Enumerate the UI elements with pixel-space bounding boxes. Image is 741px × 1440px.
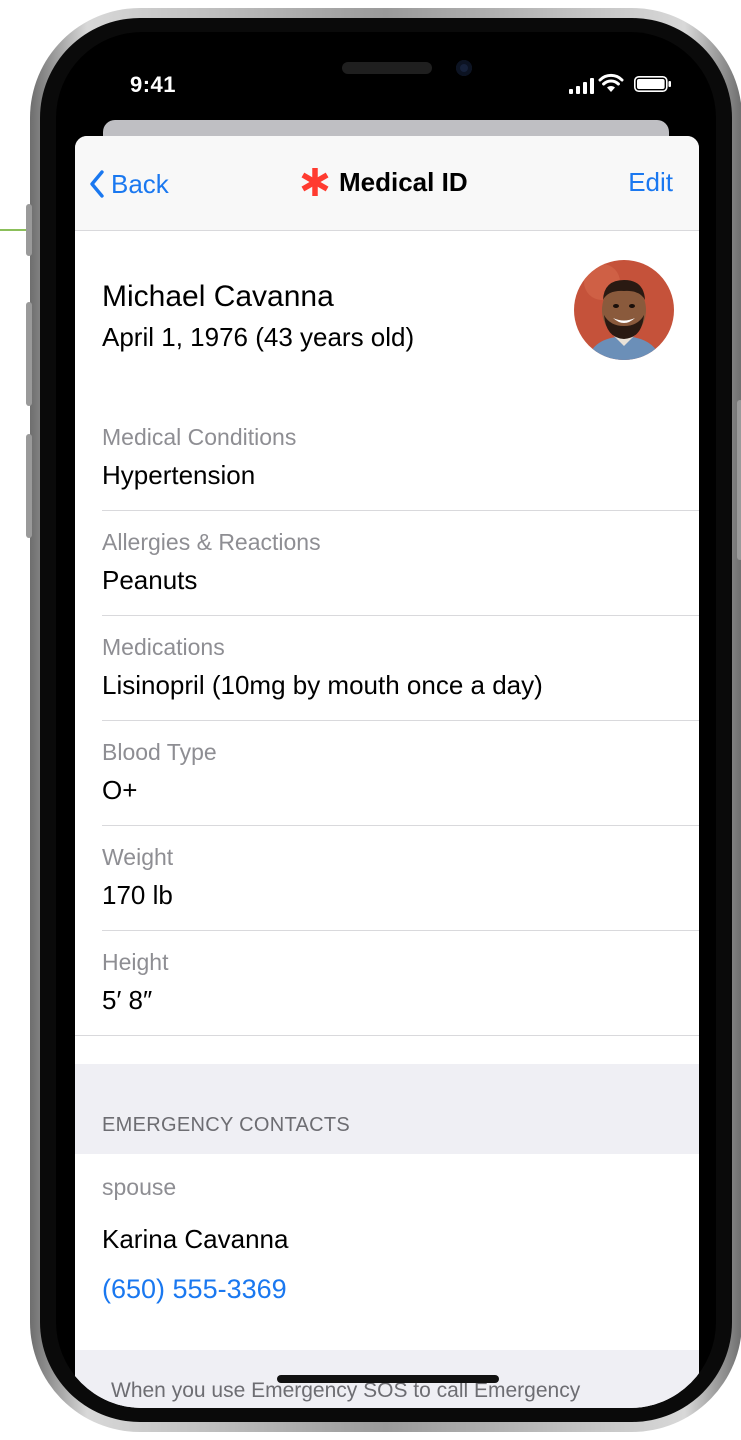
earpiece-speaker — [342, 62, 432, 74]
field-medical-conditions: Medical Conditions Hypertension — [75, 406, 699, 511]
front-camera — [456, 60, 472, 76]
contact-name: Karina Cavanna — [102, 1224, 289, 1254]
navigation-bar: Back Medical ID Edit — [75, 136, 699, 231]
contact-phone-link[interactable]: (650) 555-3369 — [102, 1274, 287, 1305]
field-label: Allergies & Reactions — [102, 529, 321, 555]
volume-down-button — [26, 434, 32, 538]
field-value: Hypertension — [102, 460, 256, 490]
page-title: Medical ID — [339, 166, 468, 197]
profile-name: Michael Cavanna — [102, 280, 334, 313]
chevron-left-icon — [90, 170, 104, 198]
field-value: O+ — [102, 775, 138, 805]
avatar — [574, 260, 674, 360]
field-label: Height — [102, 949, 169, 975]
section-header-label: EMERGENCY CONTACTS — [102, 1114, 351, 1136]
silent-switch — [26, 204, 32, 256]
back-label: Back — [111, 168, 169, 199]
emergency-contacts-header: EMERGENCY CONTACTS — [75, 1064, 699, 1154]
status-time: 9:41 — [130, 72, 177, 97]
field-value: Peanuts — [102, 565, 198, 595]
field-blood-type: Blood Type O+ — [75, 721, 699, 826]
back-button[interactable]: Back — [89, 164, 169, 204]
field-label: Medical Conditions — [102, 424, 297, 450]
emergency-contact: spouse Karina Cavanna (650) 555-3369 — [75, 1154, 699, 1351]
wifi-icon — [598, 73, 624, 92]
cellular-signal-icon — [569, 78, 594, 94]
field-label: Medications — [102, 634, 225, 660]
field-height: Height 5′ 8″ — [75, 931, 699, 1036]
contact-relation: spouse — [102, 1174, 177, 1200]
field-value: Lisinopril (10mg by mouth once a day) — [102, 670, 543, 700]
volume-up-button — [26, 302, 32, 406]
field-label: Blood Type — [102, 739, 217, 765]
field-medications: Medications Lisinopril (10mg by mouth on… — [75, 616, 699, 721]
field-label: Weight — [102, 844, 174, 870]
medical-fields: Medical Conditions Hypertension Allergie… — [75, 406, 699, 1036]
phone-screen: 9:41 Back Medical ID Edit Michael Cavann… — [56, 32, 716, 1408]
notch — [208, 32, 564, 90]
field-value: 170 lb — [102, 880, 173, 910]
field-weight: Weight 170 lb — [75, 826, 699, 931]
nav-title: Medical ID — [299, 166, 468, 198]
home-indicator[interactable] — [277, 1375, 499, 1383]
field-value: 5′ 8″ — [102, 985, 153, 1015]
edit-button[interactable]: Edit — [628, 167, 673, 198]
battery-icon — [634, 76, 671, 92]
medical-asterisk-icon — [301, 168, 329, 196]
medical-id-sheet: Back Medical ID Edit Michael Cavanna Apr… — [75, 136, 699, 1408]
profile-dob: April 1, 1976 (43 years old) — [102, 322, 415, 352]
power-button — [737, 400, 741, 560]
field-allergies: Allergies & Reactions Peanuts — [75, 511, 699, 616]
profile-section: Michael Cavanna April 1, 1976 (43 years … — [75, 230, 699, 380]
